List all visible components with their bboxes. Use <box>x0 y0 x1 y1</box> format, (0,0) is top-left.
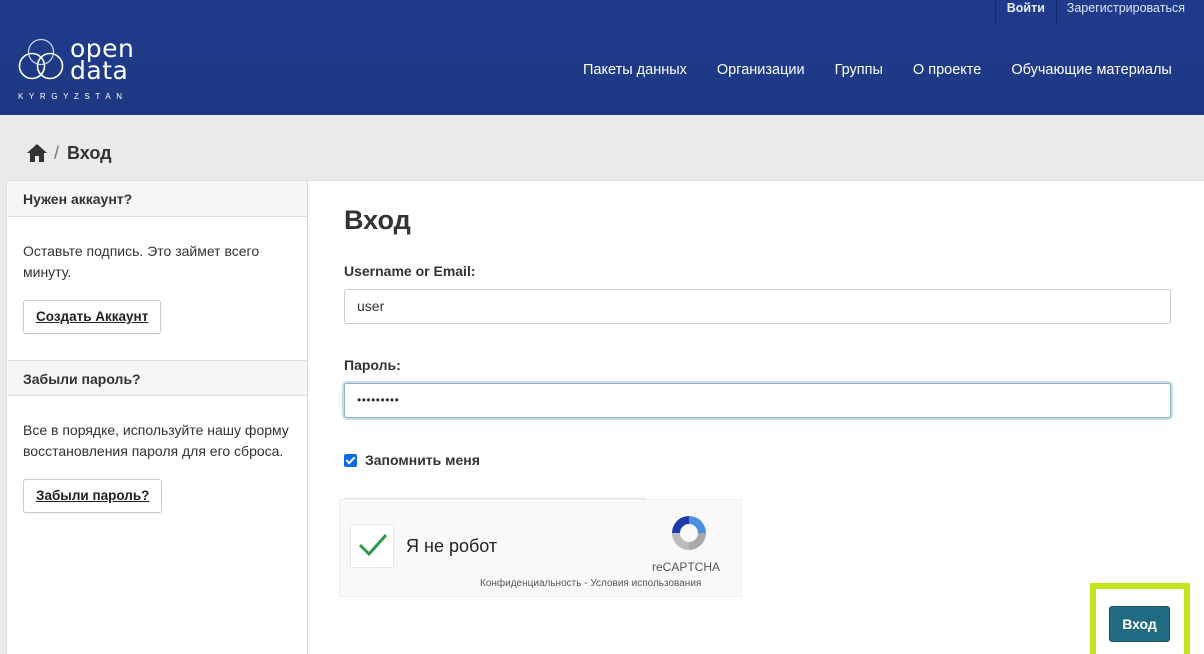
sidebar: Нужен аккаунт? Оставьте подпись. Это зай… <box>8 181 308 654</box>
recaptcha-label: Я не робот <box>406 536 498 556</box>
remember-label: Запомнить меня <box>365 452 480 468</box>
home-link[interactable] <box>26 143 48 163</box>
need-account-heading: Нужен аккаунт? <box>8 181 307 217</box>
nav-tutorials[interactable]: Обучающие материалы <box>996 61 1187 79</box>
breadcrumb-separator: / <box>54 142 60 163</box>
home-icon <box>27 144 47 162</box>
checkmark-icon <box>358 533 388 557</box>
recaptcha-widget: Я не робот reCAPTCHA Конфиденциальность … <box>339 499 742 597</box>
create-account-button[interactable]: Создать Аккаунт <box>23 300 162 334</box>
password-input[interactable]: ••••••••• <box>344 383 1171 418</box>
forgot-password-module: Все в порядке, используйте нашу форму во… <box>8 396 307 539</box>
breadcrumb: / Вход <box>26 141 112 165</box>
logo-word-data: data <box>70 56 129 85</box>
register-link[interactable]: Зарегистрироваться <box>1057 0 1204 23</box>
nav-about[interactable]: О проекте <box>898 61 996 79</box>
page-title: Вход <box>344 205 411 235</box>
recaptcha-brand: reCAPTCHA <box>652 560 721 574</box>
need-account-text: Оставьте подпись. Это займет всего минут… <box>23 243 260 280</box>
nav-organizations[interactable]: Организации <box>702 61 820 79</box>
login-submit-button[interactable]: Вход <box>1109 606 1170 642</box>
account-bar: Войти Зарегистрироваться <box>994 0 1204 23</box>
username-input[interactable]: user <box>344 289 1171 324</box>
password-label: Пароль: <box>344 357 401 373</box>
recaptcha-privacy-link[interactable]: Конфиденциальность <box>480 578 581 589</box>
site-logo[interactable]: open data KYRGYZSTAN <box>18 36 163 102</box>
recaptcha-checkbox[interactable] <box>350 524 394 568</box>
breadcrumb-current: Вход <box>67 142 112 163</box>
remember-checkbox[interactable] <box>344 453 357 467</box>
need-account-module: Оставьте подпись. Это займет всего минут… <box>8 217 307 360</box>
logo-tagline: KYRGYZSTAN <box>18 92 128 101</box>
recaptcha-terms: Конфиденциальность - Условия использован… <box>480 578 701 589</box>
recaptcha-terms-separator: - <box>581 578 591 589</box>
forgot-password-text: Все в порядке, используйте нашу форму во… <box>23 422 289 459</box>
recaptcha-terms-link[interactable]: Условия использования <box>590 578 701 589</box>
username-label: Username or Email: <box>344 263 476 279</box>
login-link[interactable]: Войти <box>994 0 1057 23</box>
main-nav: Пакеты данных Организации Группы О проек… <box>568 61 1187 79</box>
nav-datasets[interactable]: Пакеты данных <box>568 61 702 79</box>
logo-circles-icon <box>18 38 64 80</box>
content-wrapper: Нужен аккаунт? Оставьте подпись. Это зай… <box>6 180 1204 654</box>
masthead: Войти Зарегистрироваться open data KYRGY… <box>0 0 1204 115</box>
nav-groups[interactable]: Группы <box>820 61 898 79</box>
forgot-password-heading: Забыли пароль? <box>8 360 307 396</box>
recaptcha-logo-icon <box>672 516 706 550</box>
remember-me[interactable]: Запомнить меня <box>344 452 480 468</box>
forgot-password-button[interactable]: Забыли пароль? <box>23 479 163 513</box>
